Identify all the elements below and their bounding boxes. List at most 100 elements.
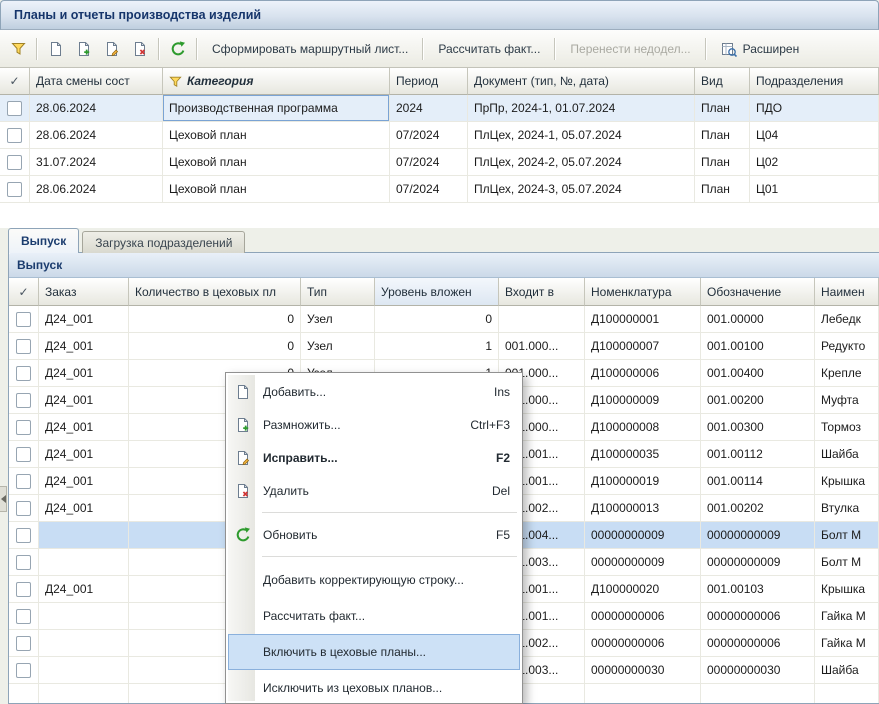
row-checkbox[interactable] bbox=[16, 420, 31, 435]
row-checkbox-cell[interactable] bbox=[9, 657, 39, 684]
row-checkbox-cell[interactable] bbox=[9, 333, 39, 360]
row-checkbox[interactable] bbox=[16, 609, 31, 624]
toolbar-separator bbox=[705, 38, 707, 60]
document-plus-icon bbox=[76, 41, 92, 57]
cell-period: 07/2024 bbox=[390, 149, 468, 176]
header-nomenclature[interactable]: Номенклатура bbox=[585, 278, 701, 306]
row-checkbox-cell[interactable] bbox=[9, 576, 39, 603]
toolbar-separator bbox=[554, 38, 556, 60]
calc-fact-button[interactable]: Рассчитать факт... bbox=[428, 34, 550, 64]
cell-date: 28.06.2024 bbox=[30, 176, 163, 203]
row-checkbox-cell[interactable] bbox=[9, 630, 39, 657]
row-checkbox[interactable] bbox=[16, 447, 31, 462]
row-checkbox[interactable] bbox=[16, 474, 31, 489]
header-order[interactable]: Заказ bbox=[39, 278, 129, 306]
row-checkbox[interactable] bbox=[16, 663, 31, 678]
menu-item-label: Включить в цеховые планы... bbox=[263, 645, 510, 659]
table-row[interactable]: 28.06.2024 Цеховой план 07/2024 ПлЦех, 2… bbox=[0, 176, 879, 203]
row-checkbox[interactable] bbox=[16, 366, 31, 381]
table-row[interactable]: Д24_001 0 Узел 1 001.000... Д100000007 0… bbox=[9, 333, 879, 360]
row-checkbox-cell[interactable] bbox=[0, 122, 30, 149]
refresh-button[interactable] bbox=[164, 34, 192, 64]
header-type[interactable]: Тип bbox=[301, 278, 375, 306]
row-checkbox-cell[interactable] bbox=[9, 387, 39, 414]
row-checkbox[interactable] bbox=[16, 312, 31, 327]
collapse-panel-handle[interactable] bbox=[0, 486, 7, 512]
cell-order bbox=[39, 549, 129, 576]
extended-button[interactable]: Расширен bbox=[711, 34, 810, 64]
header-document[interactable]: Документ (тип, №, дата) bbox=[468, 68, 695, 95]
row-checkbox-cell[interactable] bbox=[9, 468, 39, 495]
row-checkbox[interactable] bbox=[7, 155, 22, 170]
header-check[interactable]: ✓ bbox=[0, 68, 30, 95]
header-check[interactable]: ✓ bbox=[9, 278, 39, 306]
cell-department: ПДО bbox=[750, 95, 879, 122]
extended-button-label: Расширен bbox=[743, 42, 800, 56]
header-period[interactable]: Период bbox=[390, 68, 468, 95]
menu-item-add[interactable]: Добавить... Ins bbox=[228, 375, 520, 408]
menu-item-duplicate[interactable]: Размножить... Ctrl+F3 bbox=[228, 408, 520, 441]
menu-item-label: Удалить bbox=[263, 484, 482, 498]
header-designation[interactable]: Обозначение bbox=[701, 278, 815, 306]
header-name[interactable]: Наимен bbox=[815, 278, 879, 306]
cell-designation: 00000000006 bbox=[701, 630, 815, 657]
edit-button[interactable] bbox=[98, 34, 126, 64]
menu-item-exclude-from-shop-plans[interactable]: Исключить из цеховых планов... bbox=[228, 670, 520, 704]
row-checkbox[interactable] bbox=[16, 339, 31, 354]
header-qty[interactable]: Количество в цеховых пл bbox=[129, 278, 301, 306]
toolbar-separator bbox=[36, 38, 38, 60]
make-route-sheet-button[interactable]: Сформировать маршрутный лист... bbox=[202, 34, 418, 64]
table-row[interactable]: Д24_001 0 Узел 0 Д100000001 001.00000 Ле… bbox=[9, 306, 879, 333]
row-checkbox-cell[interactable] bbox=[9, 441, 39, 468]
row-checkbox[interactable] bbox=[7, 182, 22, 197]
row-checkbox-cell[interactable] bbox=[9, 414, 39, 441]
row-checkbox-cell[interactable] bbox=[0, 176, 30, 203]
header-department[interactable]: Подразделения bbox=[750, 68, 879, 95]
row-checkbox[interactable] bbox=[16, 555, 31, 570]
delete-button[interactable] bbox=[126, 34, 154, 64]
row-checkbox-cell[interactable] bbox=[0, 149, 30, 176]
row-checkbox-cell[interactable] bbox=[9, 360, 39, 387]
row-checkbox[interactable] bbox=[16, 393, 31, 408]
row-checkbox-cell[interactable] bbox=[9, 495, 39, 522]
cell-designation: 001.00400 bbox=[701, 360, 815, 387]
row-checkbox-cell[interactable] bbox=[9, 603, 39, 630]
duplicate-button[interactable] bbox=[70, 34, 98, 64]
table-row[interactable]: 28.06.2024 Производственная программа 20… bbox=[0, 95, 879, 122]
table-row[interactable]: 28.06.2024 Цеховой план 07/2024 ПлЦех, 2… bbox=[0, 122, 879, 149]
header-parent[interactable]: Входит в bbox=[499, 278, 585, 306]
menu-item-refresh[interactable]: Обновить F5 bbox=[228, 518, 520, 551]
row-checkbox[interactable] bbox=[16, 501, 31, 516]
cell-type: Узел bbox=[301, 306, 375, 333]
add-button[interactable] bbox=[42, 34, 70, 64]
menu-item-add-correction-row[interactable]: Добавить корректирующую строку... bbox=[228, 562, 520, 598]
tab-department-load[interactable]: Загрузка подразделений bbox=[82, 231, 245, 253]
cell-category: Цеховой план bbox=[163, 176, 390, 203]
header-level[interactable]: Уровень вложен bbox=[375, 278, 499, 306]
header-category[interactable]: Категория bbox=[163, 68, 390, 95]
menu-item-calc-fact[interactable]: Рассчитать факт... bbox=[228, 598, 520, 634]
header-date[interactable]: Дата смены сост bbox=[30, 68, 163, 95]
row-checkbox[interactable] bbox=[16, 582, 31, 597]
row-checkbox-cell[interactable] bbox=[0, 95, 30, 122]
cell-date: 28.06.2024 bbox=[30, 95, 163, 122]
table-row[interactable]: 31.07.2024 Цеховой план 07/2024 ПлЦех, 2… bbox=[0, 149, 879, 176]
row-checkbox-cell[interactable] bbox=[9, 522, 39, 549]
row-checkbox[interactable] bbox=[16, 528, 31, 543]
filter-button[interactable] bbox=[5, 34, 32, 64]
header-kind[interactable]: Вид bbox=[695, 68, 750, 95]
row-checkbox[interactable] bbox=[7, 128, 22, 143]
row-checkbox-cell[interactable] bbox=[9, 549, 39, 576]
row-checkbox[interactable] bbox=[16, 636, 31, 651]
row-checkbox[interactable] bbox=[7, 101, 22, 116]
menu-item-delete[interactable]: Удалить Del bbox=[228, 474, 520, 507]
row-checkbox-cell[interactable] bbox=[9, 306, 39, 333]
tab-release[interactable]: Выпуск bbox=[8, 228, 79, 253]
cell-name: Шайба bbox=[815, 441, 879, 468]
menu-item-edit[interactable]: Исправить... F2 bbox=[228, 441, 520, 474]
menu-item-include-in-shop-plans[interactable]: Включить в цеховые планы... bbox=[228, 634, 520, 670]
move-backlog-button[interactable]: Перенести недодел... bbox=[560, 34, 700, 64]
cell-name: Гайка М bbox=[815, 603, 879, 630]
cell-nomenclature: Д100000019 bbox=[585, 468, 701, 495]
cell-parent bbox=[499, 306, 585, 333]
